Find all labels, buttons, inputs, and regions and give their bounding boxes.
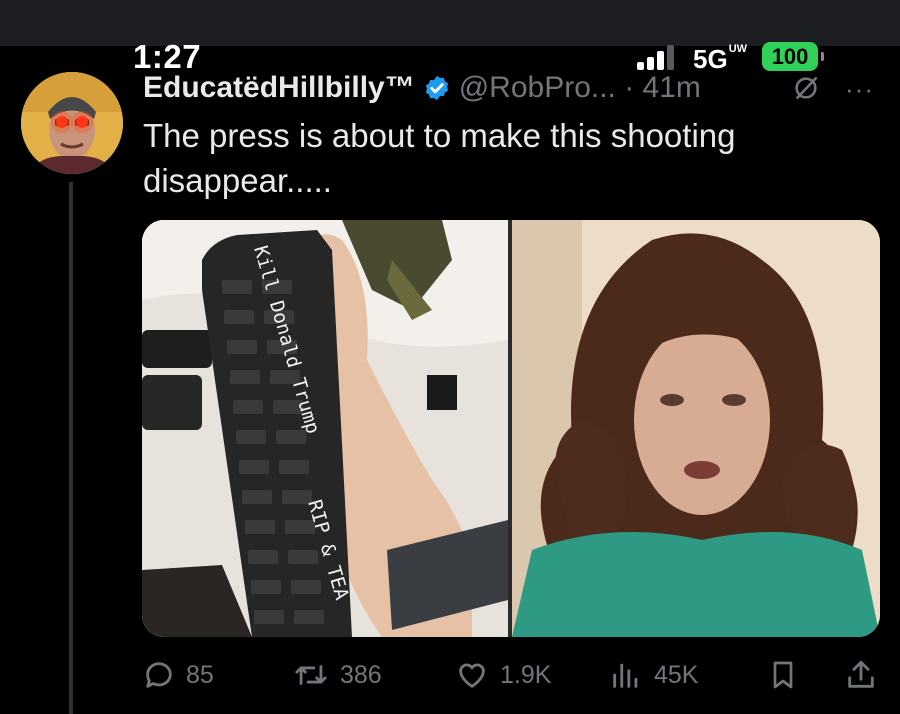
avatar[interactable] (21, 72, 123, 174)
bookmark-icon (773, 661, 793, 689)
views-count: 45K (654, 660, 699, 689)
signal-strength-icon (637, 44, 681, 70)
tweet-header: EducatëdHillbilly™ @RobPro... · 41m (143, 68, 701, 108)
views-button[interactable]: 45K (608, 650, 698, 700)
share-button[interactable] (844, 650, 888, 700)
network-sup: UW (728, 43, 748, 55)
retweet-count: 386 (340, 660, 382, 689)
like-count: 1.9K (500, 660, 552, 689)
more-options-button[interactable]: ··· (845, 74, 874, 105)
bookmark-button[interactable] (767, 650, 809, 700)
tweet-actions: 85 386 1.9K 45K (142, 650, 882, 700)
reply-count: 85 (186, 660, 214, 689)
reply-button[interactable]: 85 (142, 650, 214, 700)
thread-line (69, 182, 73, 714)
media-image-left[interactable]: Kill Donald Trump RIP & TEA (142, 220, 508, 637)
heart-icon (459, 663, 485, 688)
reply-icon (146, 662, 172, 688)
tweet-media[interactable]: Kill Donald Trump RIP & TEA (142, 220, 880, 637)
tweet-text: The press is about to make this shooting… (143, 117, 736, 199)
retweet-icon (295, 665, 327, 685)
media-image-right[interactable] (512, 220, 880, 637)
author-name[interactable]: EducatëdHillbilly™ (143, 71, 415, 105)
views-icon (613, 663, 638, 688)
like-button[interactable]: 1.9K (454, 650, 551, 700)
retweet-button[interactable]: 386 (292, 650, 382, 700)
verified-badge-icon (425, 75, 448, 101)
handle-and-time[interactable]: @RobPro... · 41m (459, 71, 701, 105)
battery-indicator: 100 (762, 42, 824, 71)
grok-icon[interactable] (792, 74, 820, 102)
share-icon (848, 660, 874, 688)
